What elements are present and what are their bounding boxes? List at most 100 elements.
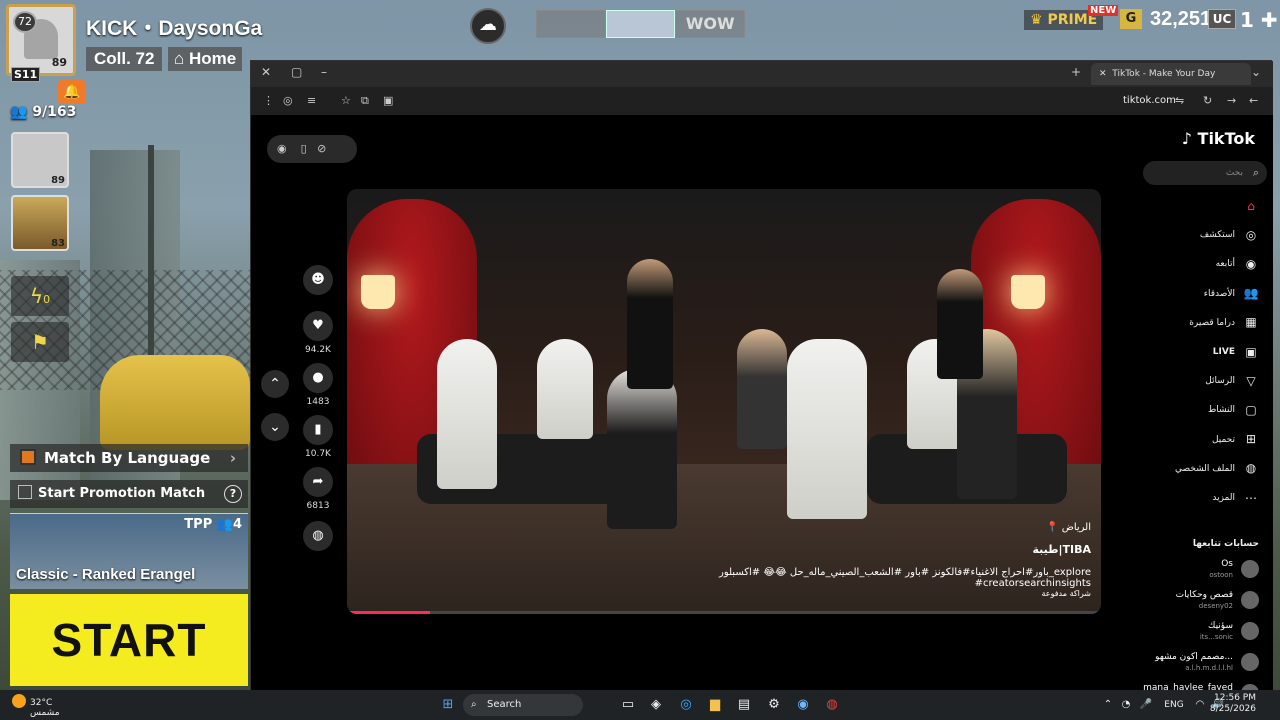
account-text: قصص وحكايات deseny02 [1119,590,1233,612]
comment-button[interactable]: ● 1483 [303,363,333,407]
person [787,339,867,519]
help-icon[interactable]: ? [224,485,242,503]
start-menu-icon[interactable]: ⊞ [438,695,458,715]
video-player[interactable]: 📍 الرياض طيبة|TIBA باور#احراج الاغنياء#ف… [347,189,1101,614]
promotion-checkbox[interactable] [18,485,32,499]
tiktok-logo[interactable]: ♪ TikTok [1182,129,1255,148]
url-text[interactable]: tiktok.com [1123,95,1176,106]
wifi-icon[interactable]: ◠ [1190,695,1210,715]
account-name: قصص وحكايات [1175,590,1233,600]
new-tab-icon[interactable]: + [1071,65,1081,79]
squad-size: 4 [232,517,242,532]
app-icon[interactable]: ◉ [793,695,813,715]
search-icon[interactable]: ⌕ [1253,161,1259,185]
task-view-icon[interactable]: ▭ [618,695,638,715]
sidebar-item-6[interactable]: الرسائل ▽ [1129,372,1259,390]
chrome-icon[interactable]: ◍ [822,695,842,715]
sidebar-item-0[interactable]: ⌂ [1129,197,1259,215]
taskbar-search[interactable]: ⌕ Search [463,694,583,716]
microphone-icon[interactable]: 🎤 [1136,695,1156,715]
reader-icon[interactable]: ≡ [307,94,316,107]
file-explorer-icon[interactable]: ▆ [705,695,725,715]
video-author[interactable]: طيبة|TIBA [1032,543,1091,556]
account-icon[interactable]: ◎ [283,94,293,107]
sidebar-item-8[interactable]: تحميل ⊞ [1129,431,1259,449]
tab-wow[interactable]: WOW [675,10,746,38]
browser-titlebar: ✕ ▢ – + ✕ TikTok - Make Your Day ⌄ [251,61,1273,87]
taskbar: 32°C مشمس ⊞ ⌕ Search ▭ ◈ ◎ ▆ ▤ ⚙ ◉ ◍ ⌃ ◔ 🎤… [0,690,1280,720]
tab-close-icon[interactable]: ✕ [1099,69,1107,79]
account-text: سؤنيك its...sonic [1119,621,1233,643]
teammate-slot-1[interactable]: 89 [11,132,69,188]
back-icon[interactable]: ← [1249,94,1258,107]
language-indicator[interactable]: ENG [1162,695,1186,715]
mode-selector[interactable]: TPP 👥4 Classic - Ranked Erangel [10,513,248,589]
save-button[interactable]: ▮ 10.7K [303,415,333,459]
video-progress[interactable] [347,611,1101,614]
menu-icon[interactable]: ⋮ [263,94,274,107]
minimize-icon[interactable]: – [321,65,327,79]
maximize-icon[interactable]: ▢ [291,65,302,79]
music-disc[interactable]: ◍ [303,521,333,555]
site-settings-icon[interactable]: ⇋ [1175,94,1184,107]
like-button[interactable]: ♥ 94.2K [303,311,333,355]
sidebar-item-7[interactable]: النشاط ▢ [1129,401,1259,419]
mode-title: Classic - Ranked Erangel [16,566,196,583]
tray-app-icon[interactable]: ◔ [1116,695,1136,715]
start-button[interactable]: START [10,594,248,686]
tab-menu-icon[interactable]: ⌄ [1251,65,1261,79]
player-avatar[interactable]: 72 S11 89 [6,4,76,82]
sidebar-item-5[interactable]: LIVE ▣ [1129,343,1259,361]
flag-button[interactable]: ⚑ [11,322,69,362]
teammate-slot-2[interactable]: 83 [11,195,69,251]
next-video-icon[interactable]: ⌄ [261,413,289,441]
match-by-language-toggle[interactable]: Match By Language › [10,444,248,472]
uc-balance[interactable]: 1 ✚ [1240,8,1278,32]
avatar-level: 89 [51,56,67,69]
close-icon[interactable]: ✕ [261,65,271,79]
sidebar-item-4[interactable]: دراما قصيرة ▦ [1129,314,1259,332]
star-icon[interactable]: ☆ [341,94,351,107]
search-input[interactable]: بحث ⌕ [1143,161,1267,185]
sidebar-item-10[interactable]: المزيد ⋯ [1129,489,1259,507]
sidebar-item-1[interactable]: استكشف ◎ [1129,226,1259,244]
tab-tiktok[interactable]: ✕ TikTok - Make Your Day [1091,63,1251,85]
followed-account[interactable]: سؤنيك its...sonic [1119,621,1259,643]
forward-icon[interactable]: → [1227,94,1236,107]
cloud-upload-icon[interactable]: ☁ [470,8,506,44]
sidebar-item-2[interactable]: أتابعه ◉ [1129,255,1259,273]
tab-1[interactable] [536,10,606,38]
language-checkbox[interactable] [20,449,36,465]
coll-button[interactable]: Coll. 72 [86,47,163,71]
energy-button[interactable]: ϟ0 [11,276,69,316]
followed-account[interactable]: Os ostoon [1119,559,1259,581]
store-icon[interactable]: ▤ [734,695,754,715]
edge-icon[interactable]: ◎ [676,695,696,715]
temperature: 32°C [30,698,53,708]
previous-video-icon[interactable]: ⌃ [261,370,289,398]
tray-chevron-icon[interactable]: ⌃ [1098,695,1118,715]
reload-icon[interactable]: ↻ [1203,94,1212,107]
copilot-icon[interactable]: ◈ [646,695,666,715]
account-name: مصمم اكون مشهو... [1155,652,1233,662]
sidebar-item-9[interactable]: الملف الشخصي ◍ [1129,460,1259,478]
share-count: 6813 [306,501,330,511]
cast-icon[interactable]: ▣ [383,94,393,107]
clock[interactable]: 12:56 PM 8/25/2026 [1210,693,1256,715]
followed-account[interactable]: قصص وحكايات deseny02 [1119,590,1259,612]
bell-icon[interactable]: 🔔 [58,80,86,104]
account-text: Os ostoon [1119,559,1233,581]
followed-account[interactable]: مصمم اكون مشهو... a.l.h.m.d.l.l.hl [1119,652,1259,674]
extension-icon[interactable]: ⧉ [361,94,369,108]
start-promotion-toggle[interactable]: Start Promotion Match ? [10,480,248,508]
share-button[interactable]: ➦ 6813 [303,467,333,511]
weather-widget[interactable]: 32°C مشمس [12,694,60,718]
account-handle: ostoon [1209,571,1233,579]
account-name: Os [1221,559,1233,569]
author-avatar[interactable]: ☻ [303,265,333,299]
sidebar-item-3[interactable]: الأصدقاء 👥 [1129,285,1259,303]
settings-pill[interactable]: ◉ ▯ ⊘ [267,135,357,163]
home-button[interactable]: ⌂ Home [168,47,243,71]
settings-icon[interactable]: ⚙ [764,695,784,715]
tab-2[interactable] [605,10,676,38]
